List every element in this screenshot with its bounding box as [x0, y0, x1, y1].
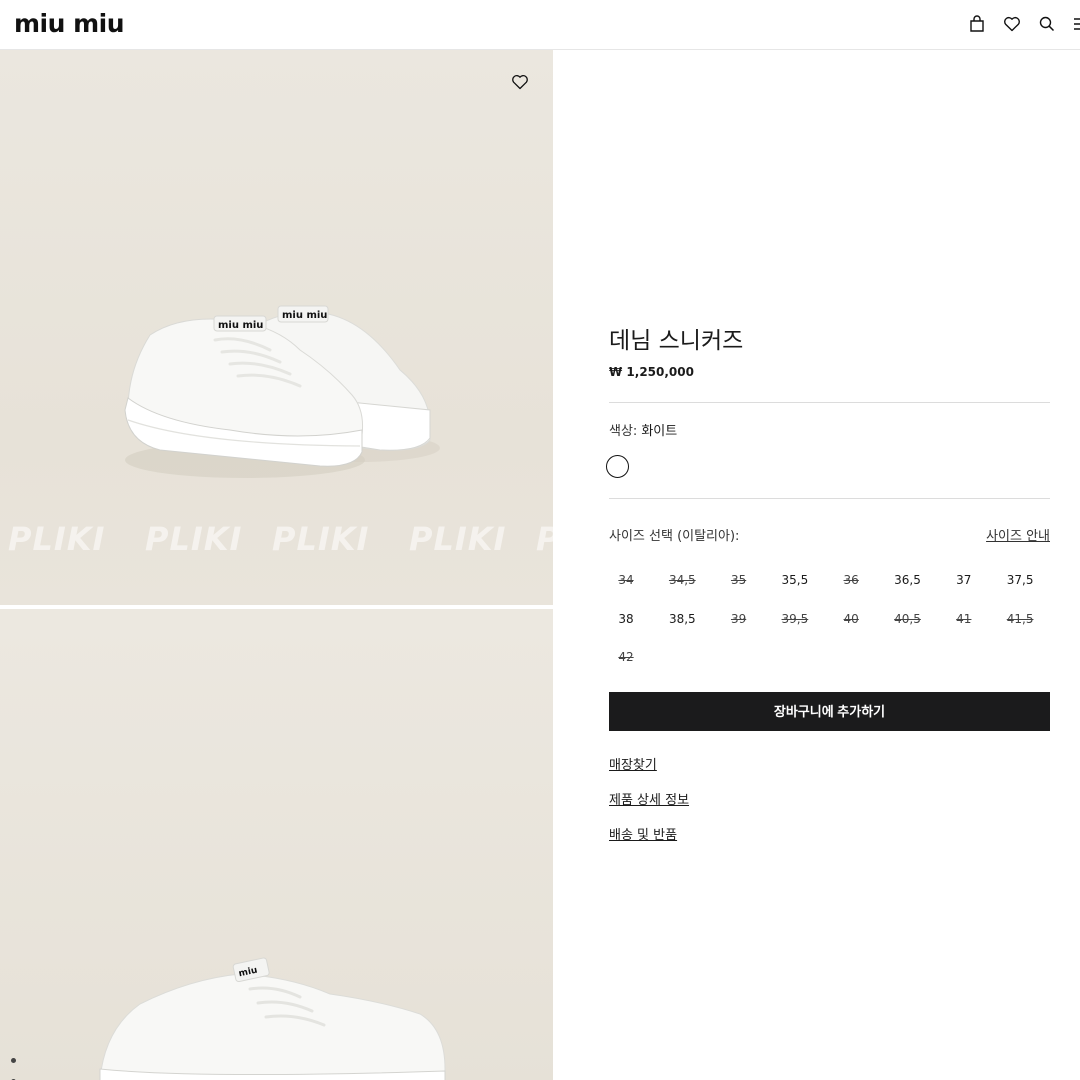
color-value: 화이트	[641, 424, 678, 439]
size-option[interactable]: 41	[944, 604, 984, 634]
watermark: PLIKI PLIKI PLIKI PLIKI P	[8, 520, 553, 560]
size-grid: 34 34,5 35 35,5 36 36,5 37 37,5 38 38,5 39 39,5 40 40…	[609, 566, 1050, 676]
size-option[interactable]: 34,5	[662, 565, 702, 595]
sneaker-closeup-illustration: miu	[99, 957, 446, 1080]
product-title: 데님 스니커즈	[609, 328, 744, 354]
add-to-cart-button[interactable]: 장바구니에 추가하기	[609, 692, 1050, 731]
svg-text:miu miu: miu miu	[282, 310, 327, 321]
size-option[interactable]: 36,5	[888, 565, 928, 595]
size-option[interactable]: 36	[831, 565, 871, 595]
size-option[interactable]: 39	[719, 604, 759, 634]
product-info-panel: 데님 스니커즈 ₩ 1,250,000 색상: 화이트 사이즈 선택 (이탈리아)…	[606, 0, 1050, 1080]
color-swatch-white[interactable]	[606, 455, 629, 478]
svg-text:miu miu: miu miu	[218, 320, 263, 331]
divider	[609, 498, 1050, 499]
size-option[interactable]: 42	[606, 642, 646, 672]
gallery-pagination	[10, 1055, 20, 1080]
size-option[interactable]: 39,5	[775, 604, 815, 634]
watermark-text: P	[536, 520, 553, 558]
size-option[interactable]: 40,5	[888, 604, 928, 634]
size-option[interactable]: 41,5	[1000, 604, 1040, 634]
wishlist-heart-icon[interactable]	[510, 72, 530, 92]
watermark-text: PLIKI	[409, 520, 507, 558]
size-guide-link[interactable]: 사이즈 안내	[986, 529, 1050, 545]
store-finder-link[interactable]: 매장찾기	[609, 758, 657, 774]
product-image-2[interactable]: miu	[0, 609, 553, 1080]
size-select-label: 사이즈 선택 (이탈리아):	[609, 529, 740, 544]
size-option[interactable]: 35,5	[775, 565, 815, 595]
watermark-text: PLIKI	[8, 520, 106, 558]
size-option[interactable]: 38,5	[662, 604, 702, 634]
watermark-text: PLIKI	[272, 520, 370, 558]
product-details-link[interactable]: 제품 상세 정보	[609, 793, 689, 809]
brand-logo[interactable]: miu miu	[14, 9, 125, 39]
product-image-1[interactable]: miu miu miu miu PLIKI PLIKI PLIKI PLIKI …	[0, 50, 553, 605]
menu-icon[interactable]	[1072, 14, 1080, 34]
pagination-dot[interactable]	[11, 1058, 16, 1063]
size-option[interactable]: 40	[831, 604, 871, 634]
color-label: 색상:	[609, 424, 638, 439]
divider	[609, 402, 1050, 403]
size-option[interactable]: 34	[606, 565, 646, 595]
shipping-returns-link[interactable]: 배송 및 반품	[609, 828, 677, 844]
product-price: ₩ 1,250,000	[609, 365, 694, 379]
size-option[interactable]: 37,5	[1000, 565, 1040, 595]
size-option[interactable]: 37	[944, 565, 984, 595]
product-gallery[interactable]: miu miu miu miu PLIKI PLIKI PLIKI PLIKI …	[0, 50, 553, 1080]
color-row: 색상: 화이트	[609, 424, 677, 440]
watermark-text: PLIKI	[145, 520, 243, 558]
size-option[interactable]: 35	[719, 565, 759, 595]
size-option[interactable]: 38	[606, 604, 646, 634]
